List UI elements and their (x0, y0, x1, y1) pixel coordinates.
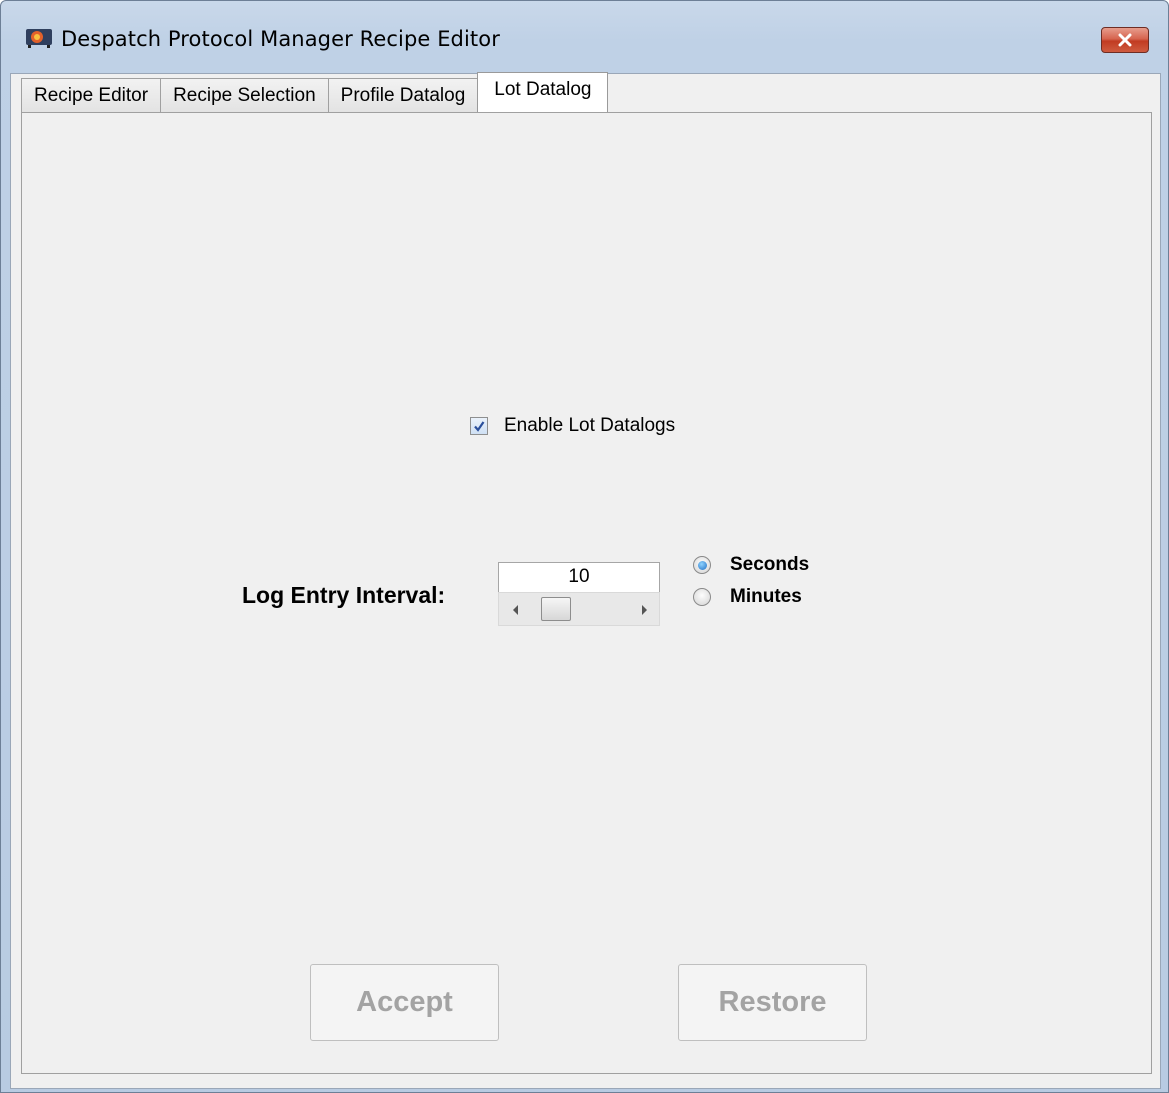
minutes-label: Minutes (730, 586, 802, 607)
minutes-radio[interactable] (693, 588, 711, 606)
tab-recipe-editor[interactable]: Recipe Editor (21, 78, 162, 112)
accept-button[interactable]: Accept (310, 964, 499, 1041)
tab-recipe-selection[interactable]: Recipe Selection (160, 78, 329, 112)
enable-lot-datalogs-row[interactable]: Enable Lot Datalogs (470, 415, 675, 437)
title-bar[interactable]: Despatch Protocol Manager Recipe Editor (1, 1, 1168, 73)
log-entry-interval-label: Log Entry Interval: (242, 582, 446, 608)
tab-lot-datalog[interactable]: Lot Datalog (477, 72, 609, 112)
radio-selected-dot (697, 560, 707, 570)
interval-value-field[interactable]: 10 (498, 562, 660, 592)
enable-lot-datalogs-label: Enable Lot Datalogs (504, 415, 676, 436)
seconds-label: Seconds (730, 554, 810, 575)
slider-left-arrow-icon[interactable] (513, 605, 518, 615)
close-icon (1118, 33, 1132, 47)
tab-profile-datalog[interactable]: Profile Datalog (327, 78, 479, 112)
slider-right-arrow-icon[interactable] (642, 605, 647, 615)
tab-strip: Recipe Editor Recipe Selection Profile D… (21, 72, 609, 112)
checkmark-icon (474, 421, 485, 432)
restore-button[interactable]: Restore (678, 964, 867, 1041)
close-button[interactable] (1101, 27, 1149, 53)
seconds-option[interactable]: Seconds (693, 554, 809, 576)
window-title: Despatch Protocol Manager Recipe Editor (61, 27, 500, 51)
interval-slider[interactable] (498, 592, 660, 626)
slider-thumb[interactable] (541, 597, 571, 621)
enable-lot-datalogs-checkbox[interactable] (470, 417, 488, 435)
oven-icon (26, 29, 52, 48)
minutes-option[interactable]: Minutes (693, 586, 802, 608)
seconds-radio[interactable] (693, 556, 711, 574)
